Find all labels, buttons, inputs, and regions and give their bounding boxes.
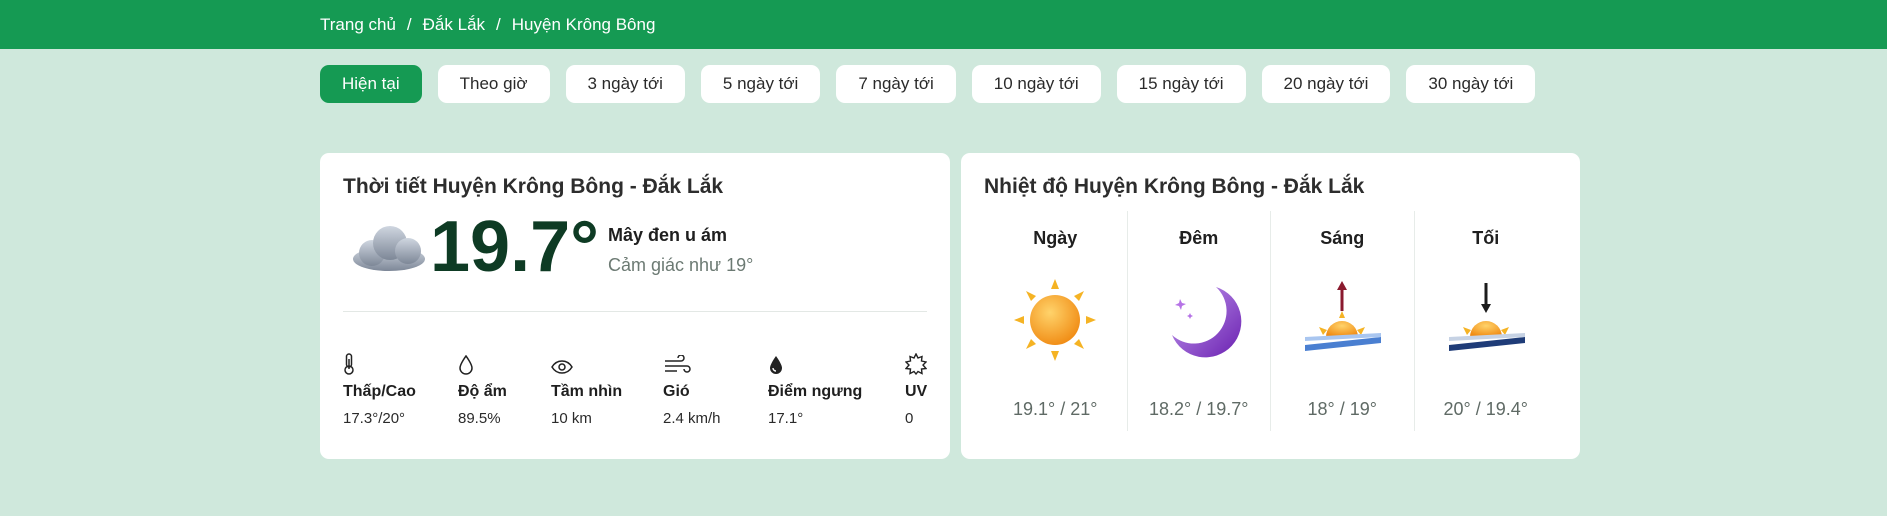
period-name: Ngày (1033, 228, 1078, 248)
stat-value: 2.4 km/h (663, 410, 721, 427)
sunrise-icon (1305, 281, 1382, 351)
current-temperature: 19.7° (430, 207, 599, 287)
stat-label: UV (905, 383, 928, 400)
temperature-title: Nhiệt độ Huyện Krông Bông - Đắk Lắk (984, 175, 1365, 198)
feels-like: Cảm giác như 19° (608, 255, 754, 275)
period-morning: Sáng 18° / 19° (1270, 211, 1414, 431)
stat-dew-point: Điểm ngưng 17.1° (768, 349, 862, 427)
stat-label: Tầm nhìn (551, 383, 623, 400)
moon-icon (1171, 287, 1242, 358)
period-night: Đêm 18.2° / 19.7° (1126, 211, 1271, 431)
period-range: 20° / 19.4° (1443, 399, 1528, 419)
forecast-tabs: Hiện tại Theo giờ 3 ngày tới 5 ngày tới … (320, 65, 1536, 103)
dewpoint-icon (768, 349, 862, 375)
sunset-icon (1448, 283, 1525, 351)
tab-3-days[interactable]: 3 ngày tới (565, 65, 685, 103)
stat-label: Gió (663, 383, 690, 400)
thermometer-icon (343, 349, 416, 375)
stat-value: 89.5% (458, 410, 501, 427)
breadcrumb-home[interactable]: Trang chủ (320, 15, 396, 35)
tab-hourly[interactable]: Theo giờ (437, 65, 550, 103)
top-bar: Trang chủ / Đắk Lắk / Huyện Krông Bông (0, 0, 1887, 49)
period-range: 19.1° / 21° (1013, 399, 1098, 419)
stat-humidity: Độ ẩm 89.5% (458, 349, 507, 427)
stat-value: 17.3°/20° (343, 410, 406, 427)
period-range: 18.2° / 19.7° (1149, 399, 1249, 419)
period-name: Đêm (1179, 228, 1219, 248)
current-weather-title: Thời tiết Huyện Krông Bông - Đắk Lắk (343, 175, 724, 198)
wind-icon (663, 349, 721, 375)
tab-30-days[interactable]: 30 ngày tới (1406, 65, 1536, 103)
period-range: 18° / 19° (1307, 399, 1377, 419)
stat-value: 0 (905, 410, 914, 427)
tab-15-days[interactable]: 15 ngày tới (1116, 65, 1246, 103)
tab-7-days[interactable]: 7 ngày tới (836, 65, 956, 103)
droplet-icon (458, 349, 507, 375)
tab-10-days[interactable]: 10 ngày tới (971, 65, 1101, 103)
period-name: Tối (1472, 228, 1500, 248)
current-weather-card: Thời tiết Huyện Krông Bông - Đắk Lắk 19.… (320, 153, 950, 459)
tab-5-days[interactable]: 5 ngày tới (700, 65, 821, 103)
stat-visibility: Tầm nhìn 10 km (551, 349, 622, 427)
stat-wind: Gió 2.4 km/h (663, 349, 721, 427)
tab-current[interactable]: Hiện tại (320, 65, 422, 103)
stat-value: 17.1° (768, 410, 804, 427)
breadcrumb-province[interactable]: Đắk Lắk (423, 15, 485, 35)
cloud-icon (353, 226, 425, 271)
sun-icon (1014, 279, 1097, 361)
divider (343, 311, 927, 312)
period-day: Ngày 19.1° / 21° (984, 211, 1127, 431)
temperature-periods: Ngày 19.1° / 21° Đêm 18.2° / 19.7° Sáng … (984, 211, 1557, 431)
weather-description: Mây đen u ám (608, 225, 728, 245)
stat-uv: UV 0 (905, 349, 927, 427)
breadcrumb: Trang chủ / Đắk Lắk / Huyện Krông Bông (320, 15, 655, 35)
stat-label: Điểm ngưng (768, 383, 863, 400)
stat-low-high: Thấp/Cao 17.3°/20° (343, 349, 416, 427)
period-name: Sáng (1320, 228, 1365, 248)
breadcrumb-separator: / (496, 14, 501, 34)
breadcrumb-district[interactable]: Huyện Krông Bông (512, 15, 656, 35)
stat-value: 10 km (551, 410, 592, 427)
period-evening: Tối 20° / 19.4° (1413, 211, 1558, 431)
stat-label: Độ ẩm (458, 383, 507, 400)
stat-label: Thấp/Cao (343, 383, 416, 400)
tab-20-days[interactable]: 20 ngày tới (1261, 65, 1391, 103)
temperature-card: Nhiệt độ Huyện Krông Bông - Đắk Lắk Ngày… (961, 153, 1580, 459)
sun-uv-icon (905, 349, 927, 375)
breadcrumb-separator: / (406, 14, 412, 34)
eye-icon (551, 349, 622, 375)
